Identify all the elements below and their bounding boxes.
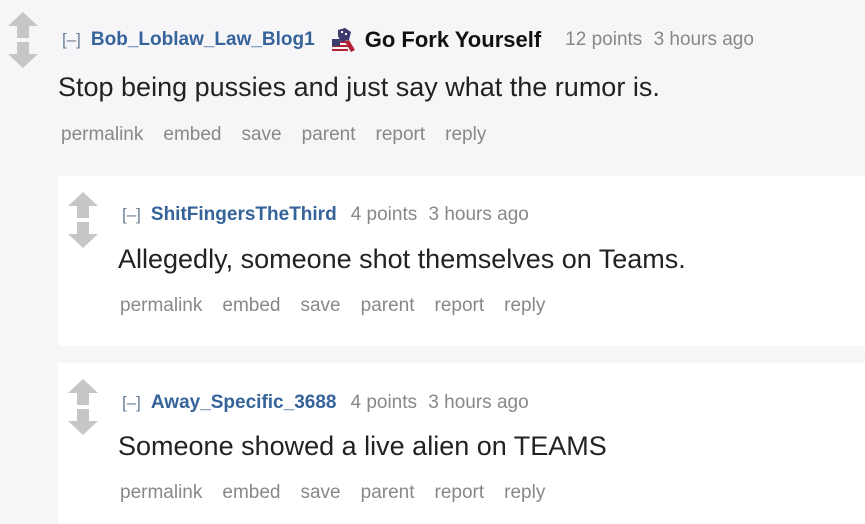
flair-text: Go Fork Yourself	[364, 27, 542, 52]
upvote-icon[interactable]	[66, 377, 100, 407]
embed-button[interactable]: embed	[222, 295, 280, 317]
points: 4 points	[350, 392, 418, 413]
embed-button[interactable]: embed	[222, 482, 280, 504]
user-flair: Go Fork Yourself	[329, 26, 541, 54]
parent-button[interactable]: parent	[361, 295, 415, 317]
comment-body: Allegedly, someone shot themselves on Te…	[118, 244, 686, 274]
comment-top-level: [–] Bob_Loblaw_Law_Blog1 Go Fork Yoursel…	[0, 0, 865, 170]
comment-meta: 4 points 3 hours ago	[351, 204, 529, 226]
comment-buttons: permalink embed save parent report reply	[61, 124, 506, 146]
author-link[interactable]: ShitFingersTheThird	[151, 204, 337, 226]
embed-button[interactable]: embed	[163, 124, 221, 146]
parent-button[interactable]: parent	[302, 124, 356, 146]
report-button[interactable]: report	[435, 295, 485, 317]
downvote-icon[interactable]	[66, 220, 100, 250]
report-button[interactable]: report	[376, 124, 426, 146]
comment-meta: 12 points 3 hours ago	[565, 29, 754, 51]
reply-button[interactable]: reply	[504, 482, 545, 504]
comment-tagline: [–] Bob_Loblaw_Law_Blog1 Go Fork Yoursel…	[62, 26, 754, 54]
comment-tagline: [–] ShitFingersTheThird 4 points 3 hours…	[122, 204, 529, 226]
raised-fist-flag-icon	[331, 28, 355, 52]
comment-buttons: permalink embed save parent report reply	[120, 295, 565, 317]
downvote-icon[interactable]	[6, 40, 40, 70]
comment-meta: 4 points 3 hours ago	[350, 392, 528, 414]
author-link[interactable]: Bob_Loblaw_Law_Blog1	[91, 29, 315, 51]
author-link[interactable]: Away_Specific_3688	[151, 392, 337, 414]
permalink-button[interactable]: permalink	[120, 482, 202, 504]
upvote-icon[interactable]	[6, 10, 40, 40]
comment-reply-1: [–] ShitFingersTheThird 4 points 3 hours…	[58, 176, 865, 346]
timestamp: 3 hours ago	[653, 29, 754, 50]
collapse-toggle[interactable]: [–]	[122, 205, 141, 225]
timestamp: 3 hours ago	[428, 392, 529, 413]
upvote-icon[interactable]	[66, 190, 100, 220]
report-button[interactable]: report	[435, 482, 485, 504]
comment-buttons: permalink embed save parent report reply	[120, 482, 565, 504]
comment-body: Stop being pussies and just say what the…	[58, 72, 660, 102]
comment-reply-2: [–] Away_Specific_3688 4 points 3 hours …	[58, 363, 865, 524]
collapse-toggle[interactable]: [–]	[122, 393, 141, 413]
points: 4 points	[350, 204, 418, 225]
reply-button[interactable]: reply	[445, 124, 486, 146]
save-button[interactable]: save	[241, 124, 281, 146]
save-button[interactable]: save	[300, 295, 340, 317]
points: 12 points	[565, 29, 643, 50]
collapse-toggle[interactable]: [–]	[62, 30, 81, 50]
downvote-icon[interactable]	[66, 407, 100, 437]
save-button[interactable]: save	[300, 482, 340, 504]
comment-tagline: [–] Away_Specific_3688 4 points 3 hours …	[122, 392, 529, 414]
parent-button[interactable]: parent	[361, 482, 415, 504]
comment-body: Someone showed a live alien on TEAMS	[118, 431, 607, 461]
timestamp: 3 hours ago	[428, 204, 529, 225]
reply-button[interactable]: reply	[504, 295, 545, 317]
permalink-button[interactable]: permalink	[61, 124, 143, 146]
permalink-button[interactable]: permalink	[120, 295, 202, 317]
